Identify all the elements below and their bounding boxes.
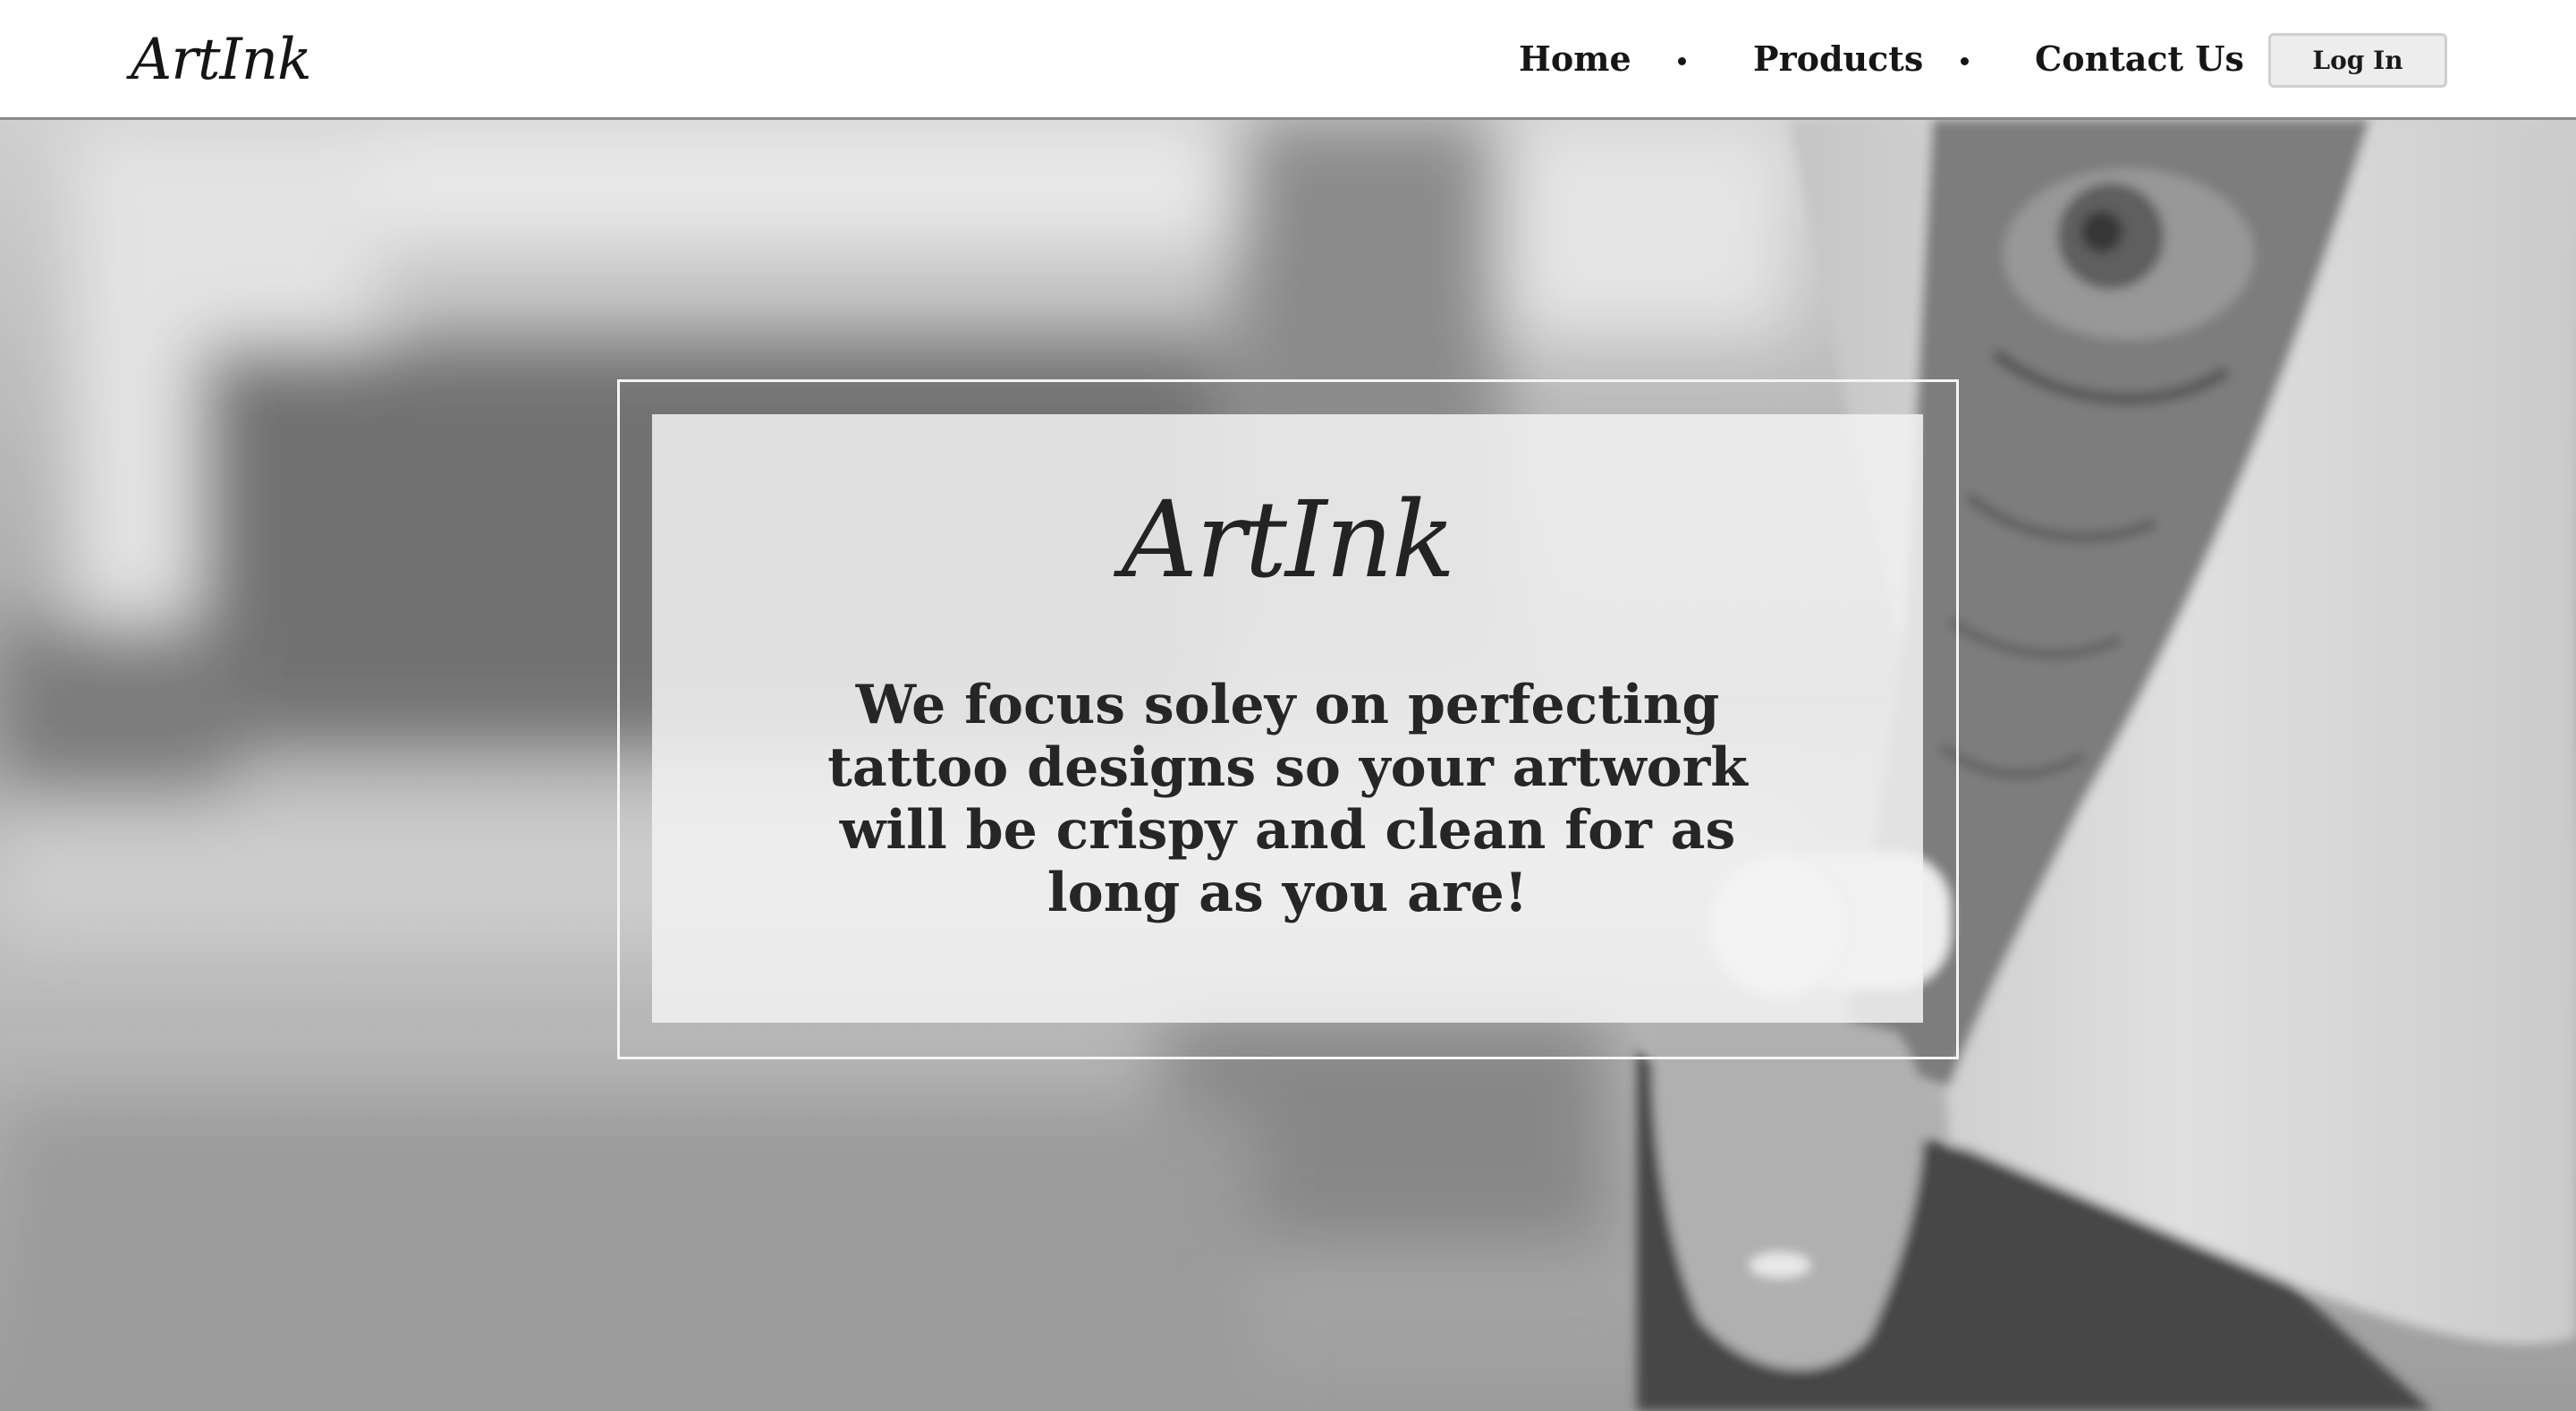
hero-tagline: We focus soley on perfecting tattoo desi…: [827, 674, 1748, 924]
hero-card: ArtInk We focus soley on perfecting tatt…: [652, 414, 1923, 1023]
top-navbar: ArtInk Home Products Contact Us Log In: [0, 0, 2576, 120]
nav-separator-dot: [1678, 57, 1686, 65]
nav-link-contact-us[interactable]: Contact Us: [2035, 32, 2244, 86]
nav-link-home[interactable]: Home: [1519, 32, 1631, 86]
hero-title: ArtInk: [1121, 478, 1455, 601]
nav-separator-dot: [1961, 57, 1969, 65]
nav-link-products[interactable]: Products: [1753, 32, 1923, 86]
main-navigation: Home Products Contact Us Log In: [0, 0, 2576, 120]
hero-section: ArtInk We focus soley on perfecting tatt…: [0, 120, 2576, 1411]
log-in-button[interactable]: Log In: [2268, 33, 2447, 88]
